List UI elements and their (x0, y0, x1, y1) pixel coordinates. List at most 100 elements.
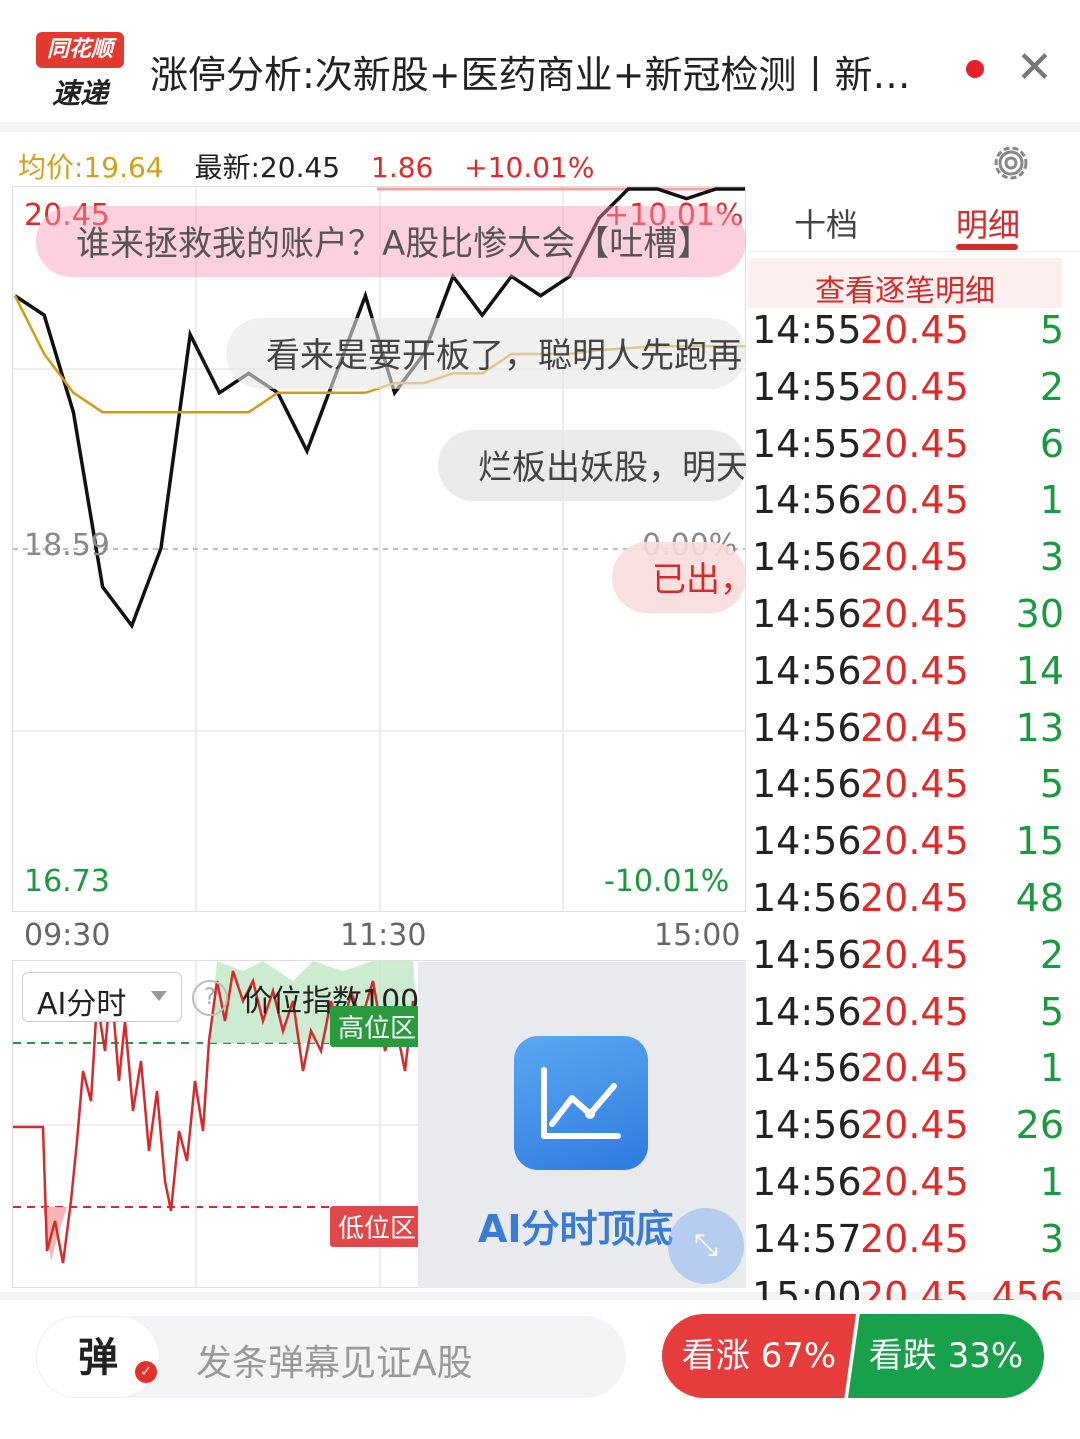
trade-time: 14:56 (752, 705, 862, 750)
trade-row: 14:56 20.45 13 (748, 706, 1080, 762)
app-logo: 同花顺 速递 (36, 32, 124, 110)
trade-price: 20.45 (860, 535, 969, 580)
trade-row: 14:56 20.45 48 (748, 876, 1080, 932)
danmu-bubble[interactable]: 已出， (612, 542, 746, 613)
trade-volume: 5 (1039, 762, 1064, 807)
trade-price: 20.45 (860, 932, 969, 977)
trade-row: 14:57 20.45 3 (748, 1217, 1080, 1273)
tab-details[interactable]: 明细 (956, 200, 1020, 246)
trade-time: 14:57 (752, 1216, 862, 1261)
trade-volume: 3 (1039, 1216, 1064, 1261)
chevron-down-icon (151, 991, 167, 1001)
danmu-toggle-button[interactable]: 弹 ✓ (36, 1316, 160, 1398)
trade-price: 20.45 (860, 478, 969, 523)
danmu-toggle-label: 弹 (78, 1335, 118, 1381)
trade-row: 14:56 20.45 1 (748, 1160, 1080, 1216)
danmu-placeholder: 发条弹幕见证A股 (196, 1343, 473, 1384)
trade-row: 14:56 20.45 3 (748, 535, 1080, 591)
price-mid-label: 18.59 (24, 528, 110, 563)
tab-active-indicator (956, 244, 1018, 250)
trade-row: 14:56 20.45 1 (748, 478, 1080, 534)
notification-dot (966, 60, 984, 78)
tab-ten-levels[interactable]: 十档 (794, 200, 858, 246)
trade-time: 14:56 (752, 478, 862, 523)
trade-time: 14:56 (752, 1160, 862, 1204)
help-icon[interactable]: ? (192, 980, 228, 1016)
chart-line-icon (541, 1067, 621, 1139)
trade-time: 14:56 (752, 592, 862, 636)
trade-time: 14:55 (752, 421, 862, 466)
trade-row: 14:55 20.45 5 (748, 308, 1080, 364)
trade-time: 14:55 (752, 308, 862, 352)
change-percent: +10.01% (464, 151, 595, 184)
change-value: 1.86 (371, 151, 434, 184)
trade-row: 14:56 20.45 5 (748, 990, 1080, 1046)
trade-row: 14:56 20.45 5 (748, 762, 1080, 818)
time-label: 11:30 (340, 918, 427, 953)
avg-price: 均价:19.64 (18, 151, 164, 184)
trade-time: 14:56 (752, 876, 862, 920)
trade-volume: 5 (1039, 308, 1064, 352)
trade-time: 14:56 (752, 819, 862, 864)
trade-price: 20.45 (860, 819, 969, 864)
ai-chart-app-icon[interactable] (514, 1036, 648, 1170)
ai-mode-select[interactable]: AI分时 (22, 972, 182, 1022)
stats-row: 均价:19.64 最新:20.45 1.86 +10.01% (18, 146, 616, 186)
trade-row: 14:55 20.45 2 (748, 365, 1080, 421)
trade-row: 14:56 20.45 15 (748, 819, 1080, 875)
trade-volume: 5 (1039, 989, 1064, 1034)
page-title[interactable]: 涨停分析:次新股+医药商业+新冠检测丨新… (150, 44, 960, 99)
trade-volume: 15 (1015, 819, 1064, 864)
trade-price: 20.45 (860, 876, 969, 920)
logo-top: 同花顺 (36, 32, 124, 68)
trade-row: 14:56 20.45 30 (748, 592, 1080, 648)
trade-price: 20.45 (860, 1160, 969, 1204)
close-icon[interactable]: ✕ (1016, 46, 1053, 90)
trade-volume: 48 (1015, 876, 1064, 920)
trade-volume: 1 (1039, 1160, 1064, 1204)
trade-volume: 2 (1039, 932, 1064, 977)
trade-time: 14:55 (752, 364, 862, 409)
pct-low-label: -10.01% (604, 864, 730, 899)
vote-up-button[interactable]: 看涨 67% (662, 1314, 856, 1398)
trade-row: 14:56 20.45 1 (748, 1046, 1080, 1102)
danmu-bubble[interactable]: 谁来拯救我的账户？A股比惨大会【吐槽】 (36, 206, 746, 277)
trade-volume: 13 (1015, 705, 1064, 750)
check-icon: ✓ (135, 1361, 157, 1383)
trade-price: 20.45 (860, 989, 969, 1034)
trade-volume: 1 (1039, 478, 1064, 523)
trade-price: 20.45 (860, 364, 969, 409)
trade-price: 20.45 (860, 762, 969, 807)
high-zone-badge: 高位区 (330, 1006, 425, 1047)
ai-promo-title[interactable]: AI分时顶底 (478, 1198, 674, 1253)
trade-price: 20.45 (860, 592, 969, 636)
expand-icon[interactable]: ⤡ (668, 1208, 744, 1284)
trade-time: 14:56 (752, 989, 862, 1034)
danmu-bubble[interactable]: 烂板出妖股，明天 (438, 430, 746, 501)
trade-row: 14:56 20.45 2 (748, 933, 1080, 989)
trade-price: 20.45 (860, 308, 969, 352)
gear-icon[interactable] (988, 140, 1034, 186)
trade-time: 14:56 (752, 762, 862, 807)
trade-price: 20.45 (860, 1103, 969, 1148)
low-zone-badge: 低位区 (330, 1206, 425, 1247)
trade-row: 14:56 20.45 14 (748, 649, 1080, 705)
trade-volume: 3 (1039, 535, 1064, 580)
trade-time: 14:56 (752, 648, 862, 693)
trade-row: 14:55 20.45 6 (748, 422, 1080, 478)
trade-volume: 2 (1039, 364, 1064, 409)
danmu-bubble[interactable]: 看来是要开板了，聪明人先跑再 (226, 318, 746, 389)
latest-price: 最新:20.45 (194, 151, 341, 184)
vote-down-button[interactable]: 看跌 33% (848, 1314, 1044, 1398)
trade-price: 20.45 (860, 648, 969, 693)
trade-price: 20.45 (860, 1216, 969, 1261)
trade-price: 20.45 (860, 705, 969, 750)
trade-volume: 14 (1015, 648, 1064, 693)
price-low-label: 16.73 (24, 864, 110, 899)
ai-mode-label: AI分时 (37, 987, 127, 1022)
trade-time: 14:56 (752, 1103, 862, 1148)
logo-bottom: 速递 (51, 77, 108, 110)
trade-volume: 1 (1039, 1046, 1064, 1091)
view-detail-link[interactable]: 查看逐笔明细 (748, 258, 1062, 309)
trade-price: 20.45 (860, 1046, 969, 1091)
